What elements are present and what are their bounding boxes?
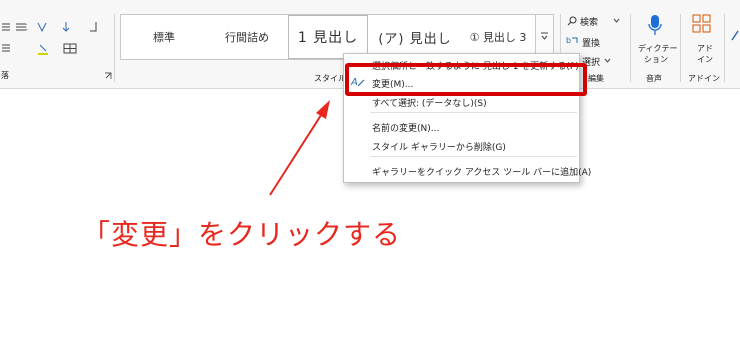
annotation-text: 「変更」をクリックする (82, 218, 402, 251)
annotation-arrow (269, 100, 330, 196)
